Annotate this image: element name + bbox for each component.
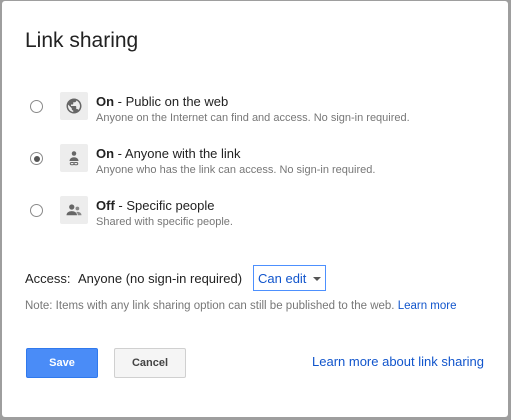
option-label: On - Anyone with the link xyxy=(96,146,241,161)
chevron-down-icon xyxy=(313,277,321,281)
learn-more-link[interactable]: Learn more xyxy=(398,300,457,312)
save-button[interactable]: Save xyxy=(26,348,98,378)
option-public-on-web[interactable]: On - Public on the web Anyone on the Int… xyxy=(2,92,508,136)
option-label: On - Public on the web xyxy=(96,94,229,109)
radio-specific-people[interactable] xyxy=(30,204,43,217)
radio-public-on-web[interactable] xyxy=(30,100,43,113)
people-icon xyxy=(60,196,88,224)
link-sharing-dialog: Link sharing On - Public on the web Anyo… xyxy=(2,1,508,417)
learn-more-link-sharing[interactable]: Learn more about link sharing xyxy=(312,354,484,369)
cancel-button[interactable]: Cancel xyxy=(114,348,186,378)
option-label: Off - Specific people xyxy=(96,198,215,213)
globe-icon xyxy=(60,92,88,120)
permission-selected: Can edit xyxy=(258,271,307,286)
dialog-title: Link sharing xyxy=(25,29,139,52)
permission-dropdown[interactable]: Can edit xyxy=(253,265,326,291)
option-description: Shared with specific people. xyxy=(96,216,233,228)
radio-anyone-with-link[interactable] xyxy=(30,152,43,165)
publish-note: Note: Items with any link sharing option… xyxy=(25,300,457,312)
link-person-icon xyxy=(60,144,88,172)
option-description: Anyone on the Internet can find and acce… xyxy=(96,112,410,124)
note-text: Note: Items with any link sharing option… xyxy=(25,300,395,312)
option-specific-people[interactable]: Off - Specific people Shared with specif… xyxy=(2,196,508,240)
option-description: Anyone who has the link can access. No s… xyxy=(96,164,376,176)
option-anyone-with-link[interactable]: On - Anyone with the link Anyone who has… xyxy=(2,144,508,188)
access-value: Anyone (no sign-in required) xyxy=(78,271,243,286)
access-label: Access: xyxy=(25,271,71,286)
